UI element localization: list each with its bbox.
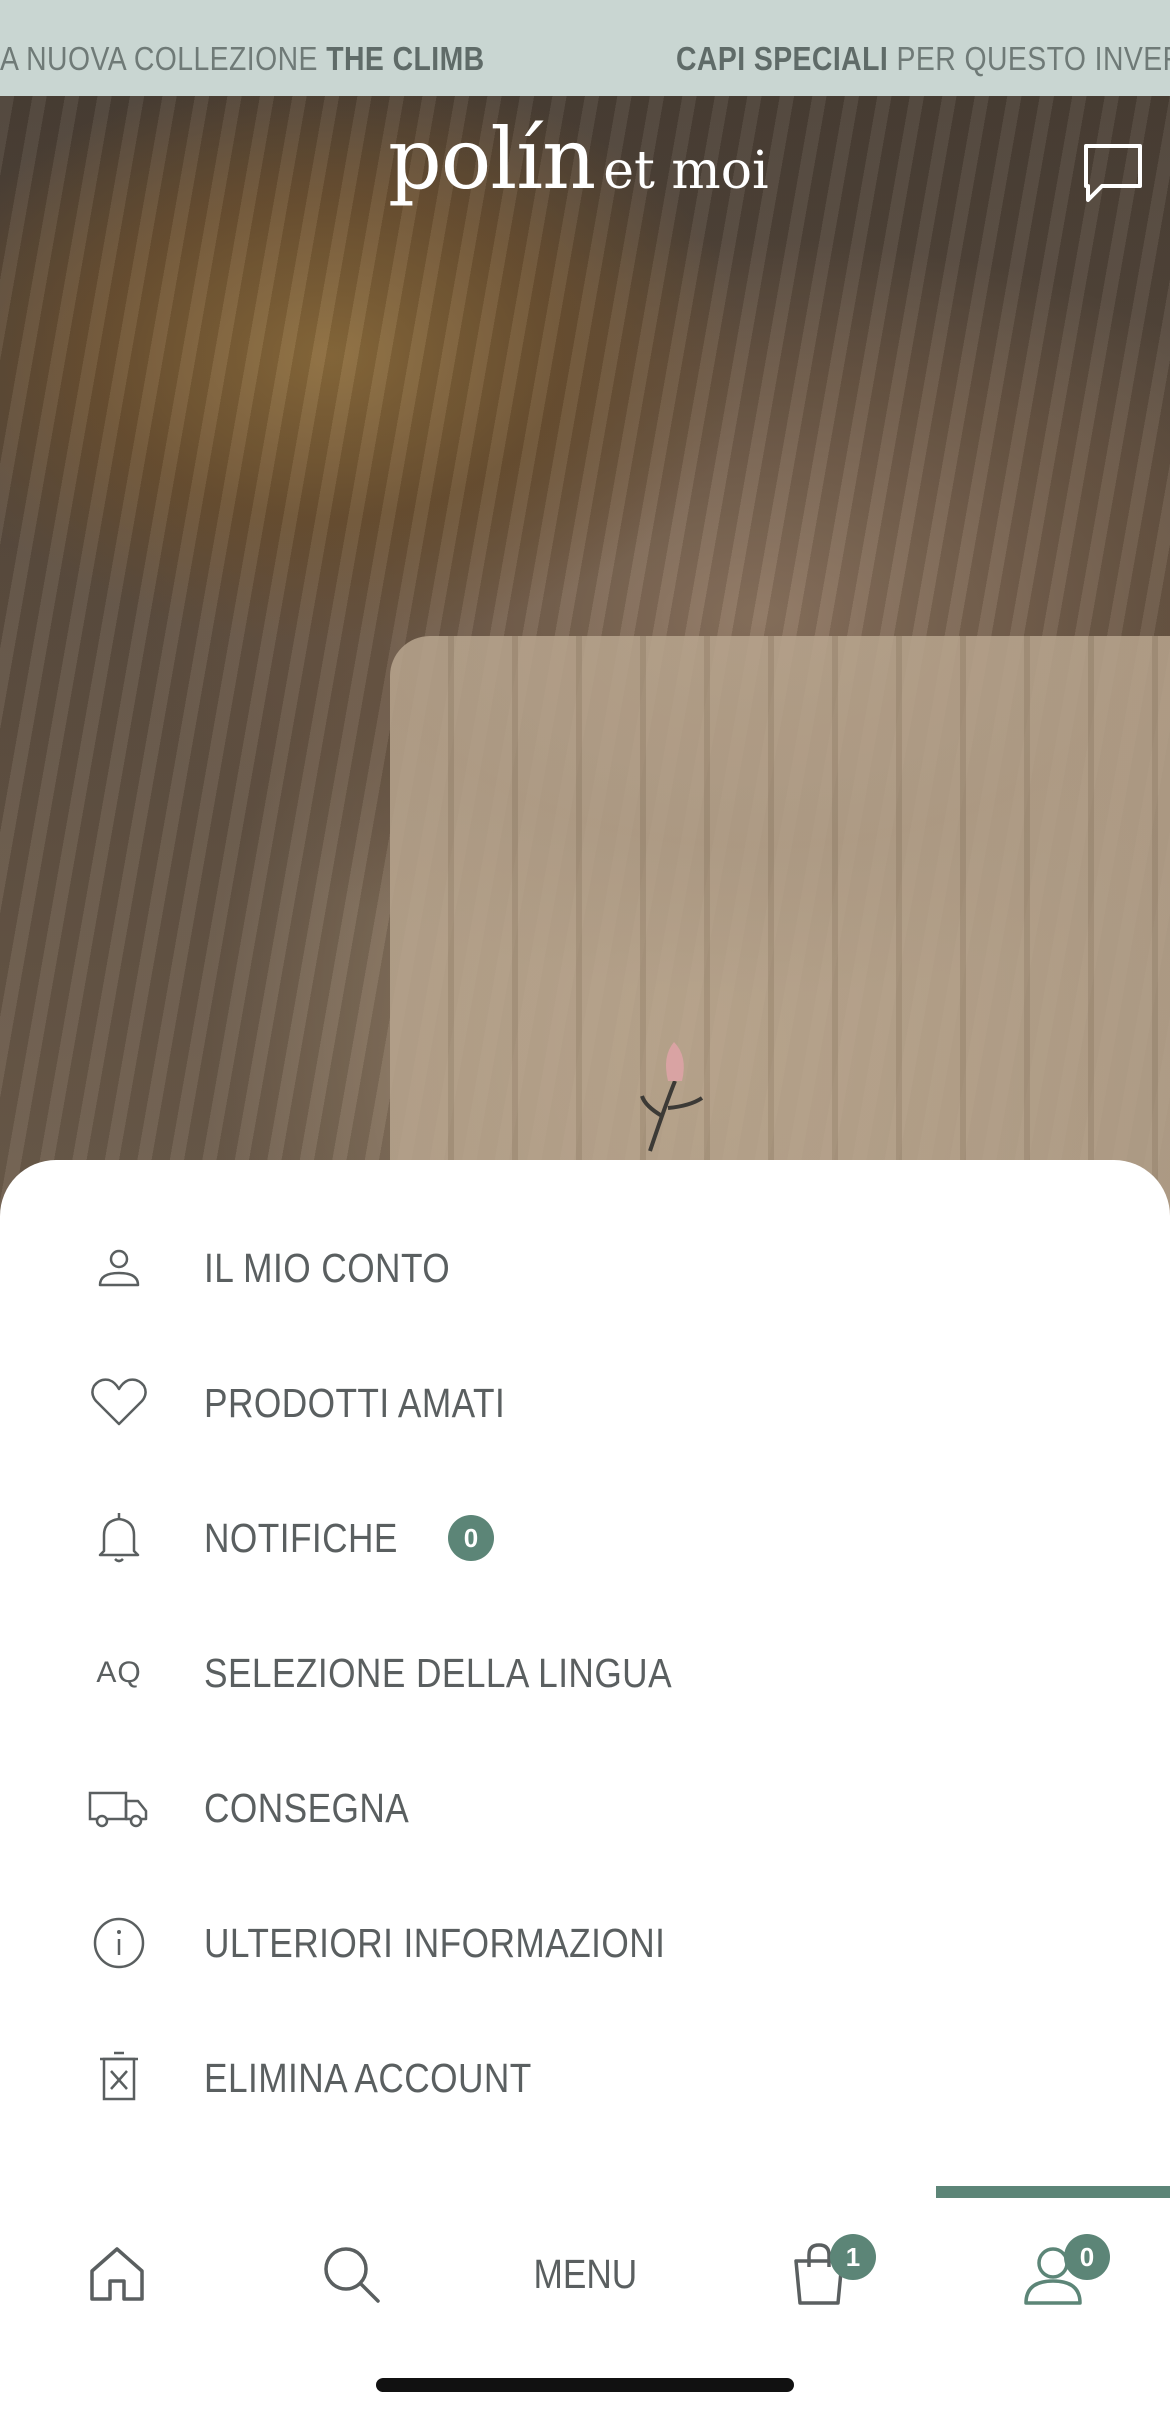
- menu-item-info[interactable]: ULTERIORI INFORMAZIONI: [0, 1893, 1170, 1993]
- hero-banner[interactable]: ACCESORIOS: [0, 96, 1170, 1220]
- chat-icon[interactable]: [1082, 142, 1144, 204]
- user-icon: [98, 1249, 140, 1287]
- home-icon: [90, 2247, 144, 2301]
- search-icon: [324, 2247, 380, 2303]
- tab-menu-label: MENU: [533, 2250, 637, 2297]
- marquee-item-collection[interactable]: A NUOVA COLLEZIONE THE CLIMB: [0, 0, 485, 96]
- marquee-item-special-bold: CAPI SPECIALI: [676, 40, 889, 77]
- menu-item-account-label: IL MIO CONTO: [204, 1244, 451, 1291]
- cart-count-badge: 1: [830, 2234, 876, 2280]
- active-tab-indicator: [936, 2186, 1170, 2198]
- language-icon: AQ: [86, 1640, 152, 1706]
- home-indicator[interactable]: [376, 2378, 794, 2392]
- marquee-item-special-text: PER QUESTO INVER: [888, 40, 1170, 77]
- promo-marquee[interactable]: A NUOVA COLLEZIONE THE CLIMB CAPI SPECIA…: [0, 0, 1170, 96]
- brand-logo-sub: et moi: [603, 141, 769, 201]
- tab-cart[interactable]: 1: [702, 2204, 936, 2344]
- trash-icon: [100, 2051, 138, 2101]
- truck-icon: [88, 1791, 148, 1828]
- brand-logo[interactable]: polín et moi: [388, 110, 769, 220]
- language-icon-glyph: AQ: [96, 1656, 142, 1689]
- marquee-item-collection-bold: THE CLIMB: [326, 40, 485, 77]
- marquee-item-special[interactable]: CAPI SPECIALI PER QUESTO INVER: [676, 0, 1170, 96]
- bottom-tab-bar: MENU 1 0: [0, 2180, 1170, 2350]
- brand-logo-main: polín: [388, 110, 596, 208]
- menu-item-account[interactable]: IL MIO CONTO: [0, 1218, 1170, 1318]
- menu-item-notifications-label: NOTIFICHE: [204, 1514, 398, 1561]
- bell-icon: [98, 1513, 140, 1563]
- menu-item-notifications[interactable]: NOTIFICHE 0: [0, 1488, 1170, 1588]
- menu-item-favorites-label: PRODOTTI AMATI: [204, 1379, 506, 1426]
- menu-item-delete-account[interactable]: ELIMINA ACCOUNT: [0, 2028, 1170, 2128]
- tab-menu[interactable]: MENU: [468, 2204, 702, 2344]
- menu-item-delivery-label: CONSEGNA: [204, 1784, 410, 1831]
- heart-icon: [91, 1378, 147, 1426]
- menu-item-language-label: SELEZIONE DELLA LINGUA: [204, 1649, 673, 1696]
- tab-home[interactable]: [0, 2204, 234, 2344]
- menu-item-language[interactable]: AQ SELEZIONE DELLA LINGUA: [0, 1623, 1170, 1723]
- info-icon: [93, 1917, 145, 1969]
- notifications-count-badge: 0: [448, 1515, 494, 1561]
- tab-account[interactable]: 0: [936, 2204, 1170, 2344]
- menu-item-favorites[interactable]: PRODOTTI AMATI: [0, 1353, 1170, 1453]
- menu-item-delivery[interactable]: CONSEGNA: [0, 1758, 1170, 1858]
- menu-item-info-label: ULTERIORI INFORMAZIONI: [204, 1919, 666, 1966]
- account-count-badge: 0: [1064, 2234, 1110, 2280]
- marquee-item-collection-text: A NUOVA COLLEZIONE: [0, 40, 327, 77]
- tab-search[interactable]: [234, 2204, 468, 2344]
- menu-item-delete-account-label: ELIMINA ACCOUNT: [204, 2054, 532, 2101]
